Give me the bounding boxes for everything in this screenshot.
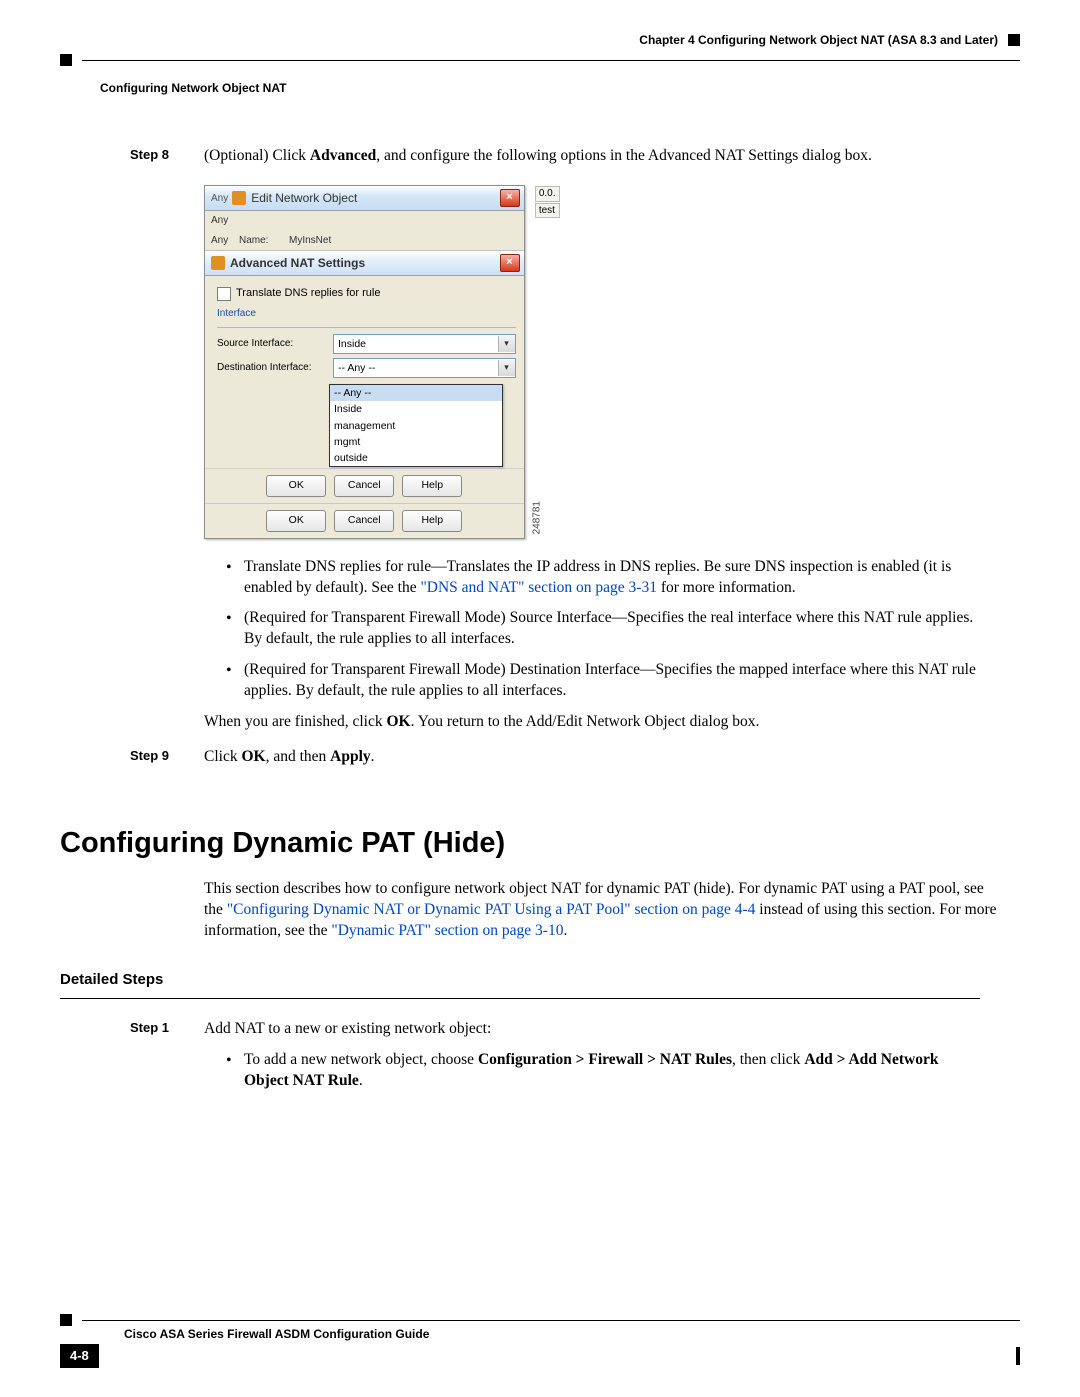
header-rule xyxy=(82,60,1020,61)
step1-bullet: To add a new network object, choose Conf… xyxy=(226,1050,982,1092)
image-id: 248781 xyxy=(531,501,545,538)
step-9-label: Step 9 xyxy=(60,747,204,768)
advanced-nat-titlebar: Advanced NAT Settings × xyxy=(205,251,524,276)
help-button[interactable]: Help xyxy=(402,475,462,497)
destination-interface-value: -- Any -- xyxy=(338,361,375,375)
s1b-a: To add a new network object, choose xyxy=(244,1051,478,1068)
step-1: Step 1 Add NAT to a new or existing netw… xyxy=(60,1019,1020,1102)
detailed-steps-rule xyxy=(60,998,980,999)
edit-button-row: OK Cancel Help xyxy=(205,503,524,538)
intro-paragraph: This section describes how to configure … xyxy=(60,879,1020,942)
bullet-source: (Required for Transparent Firewall Mode)… xyxy=(226,608,982,650)
intro-c: . xyxy=(563,922,567,939)
adv-button-row: OK Cancel Help xyxy=(205,468,524,503)
close-icon[interactable]: × xyxy=(500,254,520,272)
window-icon xyxy=(211,256,225,270)
step8-text-bold: Advanced xyxy=(310,147,376,164)
destination-interface-select[interactable]: -- Any -- ▾ xyxy=(333,358,516,378)
ok-button[interactable]: OK xyxy=(266,510,326,532)
dropdown-option[interactable]: outside xyxy=(330,450,502,466)
bullet-dns-b: for more information. xyxy=(657,579,796,596)
dynamic-pat-link[interactable]: "Dynamic PAT" section on page 3-10 xyxy=(331,922,563,939)
section-label: Configuring Network Object NAT xyxy=(60,64,1020,96)
bg-any-1: Any xyxy=(211,192,228,206)
destination-interface-label: Destination Interface: xyxy=(217,361,327,375)
section-heading: Configuring Dynamic PAT (Hide) xyxy=(60,824,1020,863)
translate-dns-checkbox[interactable] xyxy=(217,287,231,301)
dropdown-option[interactable]: mgmt xyxy=(330,434,502,450)
step9-a: Click xyxy=(204,748,241,765)
source-interface-select[interactable]: Inside ▾ xyxy=(333,334,516,354)
footer-rule xyxy=(82,1320,1020,1321)
cancel-button[interactable]: Cancel xyxy=(334,475,394,497)
name-label: Name: xyxy=(239,234,279,248)
footer-bar-icon xyxy=(1016,1347,1020,1365)
bg-any-2: Any xyxy=(211,214,228,228)
translate-dns-label: Translate DNS replies for rule xyxy=(236,286,380,301)
chevron-down-icon[interactable]: ▾ xyxy=(498,336,515,352)
ok-button[interactable]: OK xyxy=(266,475,326,497)
detailed-steps-heading: Detailed Steps xyxy=(60,970,1020,990)
finish-text: When you are finished, click OK. You ret… xyxy=(204,712,1000,733)
bg-any-row: Any xyxy=(205,211,524,231)
step9-d: Apply xyxy=(330,748,371,765)
finish-c: . You return to the Add/Edit Network Obj… xyxy=(411,713,760,730)
step-1-label: Step 1 xyxy=(60,1019,204,1102)
close-icon[interactable]: × xyxy=(500,189,520,207)
s1b-c: , then click xyxy=(732,1051,804,1068)
side-chip: 0.0. test xyxy=(535,186,560,219)
page-footer: Cisco ASA Series Firewall ASDM Configura… xyxy=(60,1314,1020,1368)
step-8: Step 8 (Optional) Click Advanced, and co… xyxy=(60,146,1020,733)
s1b-b: Configuration > Firewall > NAT Rules xyxy=(478,1051,732,1068)
destination-interface-dropdown[interactable]: -- Any -- Inside management mgmt outside xyxy=(329,384,503,467)
footer-title: Cisco ASA Series Firewall ASDM Configura… xyxy=(60,1326,1020,1342)
dns-nat-link[interactable]: "DNS and NAT" section on page 3-31 xyxy=(420,579,657,596)
page-header: Chapter 4 Configuring Network Object NAT… xyxy=(60,32,1020,48)
step1-bullets: To add a new network object, choose Conf… xyxy=(204,1050,1000,1092)
source-interface-label: Source Interface: xyxy=(217,337,327,351)
header-square-left-icon xyxy=(60,54,72,66)
step9-e: . xyxy=(371,748,375,765)
adv-title: Advanced NAT Settings xyxy=(230,255,365,271)
step-8-label: Step 8 xyxy=(60,146,204,733)
edit-title: Edit Network Object xyxy=(251,190,357,206)
s1b-e: . xyxy=(359,1072,363,1089)
header-square-icon xyxy=(1008,34,1020,46)
step9-b: OK xyxy=(241,748,265,765)
bg-any-3: Any xyxy=(211,234,229,248)
name-row: Any Name: MyInsNet xyxy=(205,231,524,252)
step1-text: Add NAT to a new or existing network obj… xyxy=(204,1019,1000,1040)
fieldset-line xyxy=(217,327,516,328)
edit-network-object-titlebar: Any Edit Network Object × xyxy=(205,186,524,211)
page-number: 4-8 xyxy=(60,1344,99,1368)
interface-fieldset-label: Interface xyxy=(217,307,516,323)
bullet-destination: (Required for Transparent Firewall Mode)… xyxy=(226,660,982,702)
side-chip-2: test xyxy=(535,203,560,219)
step-9: Step 9 Click OK, and then Apply. xyxy=(60,747,1020,768)
pat-pool-link[interactable]: "Configuring Dynamic NAT or Dynamic PAT … xyxy=(227,901,756,918)
step8-bullets: Translate DNS replies for rule—Translate… xyxy=(204,557,1000,703)
source-interface-value: Inside xyxy=(338,337,366,351)
name-value: MyInsNet xyxy=(289,234,331,248)
cancel-button[interactable]: Cancel xyxy=(334,510,394,532)
side-chip-1: 0.0. xyxy=(535,186,560,202)
window-icon xyxy=(232,191,246,205)
step8-text-c: , and configure the following options in… xyxy=(376,147,872,164)
step9-c: , and then xyxy=(266,748,331,765)
bullet-dns: Translate DNS replies for rule—Translate… xyxy=(226,557,982,599)
chevron-down-icon[interactable]: ▾ xyxy=(498,360,515,376)
chapter-label: Chapter 4 Configuring Network Object NAT… xyxy=(639,32,998,48)
dropdown-option[interactable]: management xyxy=(330,418,502,434)
finish-b: OK xyxy=(387,713,411,730)
finish-a: When you are finished, click xyxy=(204,713,387,730)
help-button[interactable]: Help xyxy=(402,510,462,532)
dropdown-option[interactable]: -- Any -- xyxy=(330,385,502,401)
dropdown-option[interactable]: Inside xyxy=(330,401,502,417)
step8-text-a: (Optional) Click xyxy=(204,147,310,164)
advanced-nat-dialog-screenshot: Any Edit Network Object × Any Any Name: xyxy=(204,185,544,538)
footer-square-icon xyxy=(60,1314,72,1326)
